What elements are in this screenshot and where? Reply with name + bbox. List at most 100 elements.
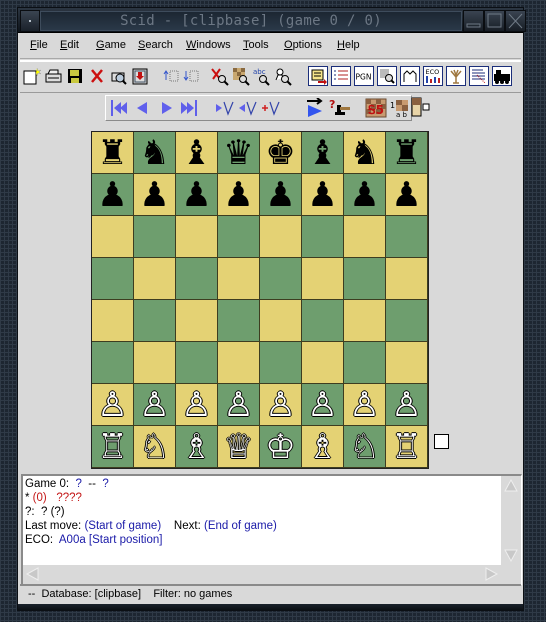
enter-variation-button[interactable] bbox=[214, 98, 236, 118]
square-f1[interactable]: ♗ bbox=[302, 426, 344, 468]
square-f4[interactable] bbox=[302, 300, 344, 342]
square-h2[interactable]: ♙ bbox=[386, 384, 428, 426]
square-h8[interactable]: ♜ bbox=[386, 132, 428, 174]
black-player-link[interactable]: ? bbox=[102, 478, 108, 490]
forward-button[interactable] bbox=[156, 98, 176, 118]
open-database-button[interactable] bbox=[44, 65, 64, 87]
minimize-button[interactable] bbox=[463, 10, 484, 32]
white-pawn-piece[interactable]: ♙ bbox=[307, 384, 337, 426]
square-h7[interactable]: ♟ bbox=[386, 174, 428, 216]
title-bar[interactable]: Scid - [clipbase] (game 0 / 0) bbox=[18, 8, 526, 33]
next-move-link[interactable]: (End of game) bbox=[204, 520, 277, 532]
square-c5[interactable] bbox=[176, 258, 218, 300]
square-g8[interactable]: ♞ bbox=[344, 132, 386, 174]
menu-windows[interactable]: Windows bbox=[186, 39, 231, 51]
last-move-link[interactable]: (Start of game) bbox=[84, 520, 161, 532]
square-f6[interactable] bbox=[302, 216, 344, 258]
black-queen-piece[interactable]: ♛ bbox=[223, 132, 253, 174]
white-pawn-piece[interactable]: ♙ bbox=[181, 384, 211, 426]
board-search-button[interactable] bbox=[231, 65, 251, 87]
square-g1[interactable]: ♘ bbox=[344, 426, 386, 468]
crosstable-button[interactable] bbox=[377, 65, 397, 87]
square-g7[interactable]: ♟ bbox=[344, 174, 386, 216]
black-pawn-piece[interactable]: ♟ bbox=[349, 174, 379, 216]
square-b2[interactable]: ♙ bbox=[134, 384, 176, 426]
square-e2[interactable]: ♙ bbox=[260, 384, 302, 426]
white-rook-piece[interactable]: ♖ bbox=[97, 426, 127, 468]
square-g3[interactable] bbox=[344, 342, 386, 384]
window-menu-button[interactable] bbox=[20, 10, 40, 32]
square-d6[interactable] bbox=[218, 216, 260, 258]
trial-mode-button[interactable]: ? bbox=[328, 98, 352, 118]
square-a1[interactable]: ♖ bbox=[92, 426, 134, 468]
eco-code-link[interactable]: A00a [Start position] bbox=[59, 534, 163, 546]
square-g5[interactable] bbox=[344, 258, 386, 300]
header-search-button[interactable]: abc bbox=[252, 65, 272, 87]
square-g6[interactable] bbox=[344, 216, 386, 258]
show-coords-button[interactable]: 1a b bbox=[390, 98, 410, 118]
back-button[interactable] bbox=[133, 98, 153, 118]
reset-search-button[interactable] bbox=[210, 65, 230, 87]
autoplay-button[interactable] bbox=[305, 98, 327, 118]
square-g2[interactable]: ♙ bbox=[344, 384, 386, 426]
square-b1[interactable]: ♘ bbox=[134, 426, 176, 468]
white-pawn-piece[interactable]: ♙ bbox=[139, 384, 169, 426]
black-knight-piece[interactable]: ♞ bbox=[139, 132, 169, 174]
menu-options[interactable]: Options bbox=[284, 39, 322, 51]
finder-button[interactable] bbox=[109, 65, 129, 87]
black-pawn-piece[interactable]: ♟ bbox=[307, 174, 337, 216]
square-d8[interactable]: ♛ bbox=[218, 132, 260, 174]
menu-edit[interactable]: Edit bbox=[60, 39, 79, 51]
white-pawn-piece[interactable]: ♙ bbox=[265, 384, 295, 426]
black-pawn-piece[interactable]: ♟ bbox=[223, 174, 253, 216]
vertical-scrollbar[interactable] bbox=[501, 476, 521, 565]
square-e8[interactable]: ♚ bbox=[260, 132, 302, 174]
black-bishop-piece[interactable]: ♝ bbox=[181, 132, 211, 174]
black-rook-piece[interactable]: ♜ bbox=[391, 132, 421, 174]
exit-variation-button[interactable] bbox=[237, 98, 259, 118]
menu-search[interactable]: Search bbox=[138, 39, 173, 51]
menu-game[interactable]: Game bbox=[96, 39, 126, 51]
square-h6[interactable] bbox=[386, 216, 428, 258]
menu-file[interactable]: File bbox=[30, 39, 48, 51]
square-a7[interactable]: ♟ bbox=[92, 174, 134, 216]
square-a4[interactable] bbox=[92, 300, 134, 342]
square-b4[interactable] bbox=[134, 300, 176, 342]
black-pawn-piece[interactable]: ♟ bbox=[265, 174, 295, 216]
maximize-button[interactable] bbox=[484, 10, 505, 32]
square-c4[interactable] bbox=[176, 300, 218, 342]
chess-board[interactable]: ♜ ♞ ♝ ♛ ♚ ♝ ♞ ♜ ♟ ♟ ♟ ♟ ♟ ♟ ♟ ♟ ♙ ♙ ♙ ♙ ♙ ♙ ♙ ♙ ♖ ♘ ♗ ♕ ♔ ♗ ♘ ♖ bbox=[91, 131, 429, 469]
window-bottom-frame[interactable] bbox=[18, 604, 523, 610]
square-e7[interactable]: ♟ bbox=[260, 174, 302, 216]
scroll-right-icon[interactable] bbox=[485, 567, 499, 581]
square-a8[interactable]: ♜ bbox=[92, 132, 134, 174]
next-game-button[interactable] bbox=[180, 65, 200, 87]
square-f7[interactable]: ♟ bbox=[302, 174, 344, 216]
tree-window-button[interactable] bbox=[446, 65, 466, 87]
square-h1[interactable]: ♖ bbox=[386, 426, 428, 468]
square-f2[interactable]: ♙ bbox=[302, 384, 344, 426]
white-pawn-piece[interactable]: ♙ bbox=[349, 384, 379, 426]
square-f5[interactable] bbox=[302, 258, 344, 300]
square-d5[interactable] bbox=[218, 258, 260, 300]
square-h5[interactable] bbox=[386, 258, 428, 300]
close-database-button[interactable] bbox=[87, 65, 107, 87]
white-knight-piece[interactable]: ♘ bbox=[349, 426, 379, 468]
square-h4[interactable] bbox=[386, 300, 428, 342]
square-f8[interactable]: ♝ bbox=[302, 132, 344, 174]
square-e4[interactable] bbox=[260, 300, 302, 342]
black-knight-piece[interactable]: ♞ bbox=[349, 132, 379, 174]
white-pawn-piece[interactable]: ♙ bbox=[97, 384, 127, 426]
square-c6[interactable] bbox=[176, 216, 218, 258]
scroll-up-icon[interactable] bbox=[504, 478, 518, 492]
square-a5[interactable] bbox=[92, 258, 134, 300]
eco-browser-button[interactable]: ECO bbox=[423, 65, 443, 87]
black-pawn-piece[interactable]: ♟ bbox=[139, 174, 169, 216]
square-b7[interactable]: ♟ bbox=[134, 174, 176, 216]
square-e1[interactable]: ♔ bbox=[260, 426, 302, 468]
square-b3[interactable] bbox=[134, 342, 176, 384]
menu-tools[interactable]: Tools bbox=[243, 39, 269, 51]
square-c2[interactable]: ♙ bbox=[176, 384, 218, 426]
save-game-button[interactable] bbox=[65, 65, 85, 87]
white-bishop-piece[interactable]: ♗ bbox=[181, 426, 211, 468]
